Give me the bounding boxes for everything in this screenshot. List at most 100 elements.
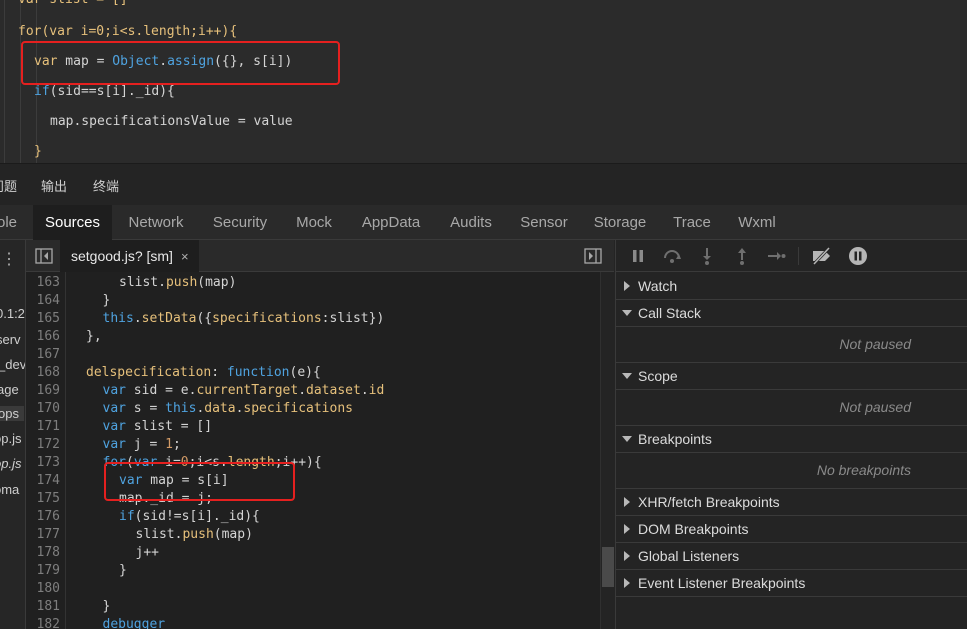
code-token: if xyxy=(119,509,135,524)
tab-mock[interactable]: Mock xyxy=(289,205,339,240)
nav-item[interactable]: op.js xyxy=(0,456,21,471)
pause-icon[interactable] xyxy=(628,246,648,266)
line-number[interactable]: 164 xyxy=(26,292,60,310)
debugger-section-scope[interactable]: Scope xyxy=(616,363,967,390)
tab-storage[interactable]: Storage xyxy=(588,205,652,240)
nav-item[interactable]: serv xyxy=(0,332,21,347)
triangle-down-icon[interactable] xyxy=(622,310,632,316)
close-icon[interactable]: × xyxy=(181,249,189,264)
step-icon[interactable] xyxy=(766,246,786,266)
tab-appdata[interactable]: AppData xyxy=(355,205,427,240)
nav-item[interactable]: oma xyxy=(0,482,19,497)
triangle-right-icon[interactable] xyxy=(624,524,630,534)
line-number[interactable]: 173 xyxy=(26,454,60,472)
line-number[interactable]: 170 xyxy=(26,400,60,418)
code-token: function xyxy=(226,365,290,380)
line-number[interactable]: 172 xyxy=(26,436,60,454)
line-number[interactable]: 174 xyxy=(26,472,60,490)
line-number[interactable]: 163 xyxy=(26,274,60,292)
tab-security[interactable]: Security xyxy=(206,205,274,240)
line-number[interactable]: 178 xyxy=(26,544,60,562)
nav-item-selected[interactable]: ops xyxy=(0,406,24,421)
code-token: data xyxy=(204,401,236,416)
tab-console[interactable]: ole xyxy=(0,205,20,240)
nav-item[interactable]: age xyxy=(0,382,19,397)
triangle-right-icon[interactable] xyxy=(624,578,630,588)
line-number[interactable]: 180 xyxy=(26,580,60,598)
line-number[interactable]: 168 xyxy=(26,364,60,382)
line-number[interactable]: 167 xyxy=(26,346,60,364)
code-token: } xyxy=(34,144,42,159)
debugger-section-call-stack[interactable]: Call Stack xyxy=(616,300,967,327)
code-token: var xyxy=(102,401,126,416)
line-number[interactable]: 171 xyxy=(26,418,60,436)
pause-on-exceptions-icon[interactable] xyxy=(848,246,868,266)
tab-trace[interactable]: Trace xyxy=(668,205,716,240)
code-token: ({ xyxy=(196,311,213,326)
triangle-right-icon[interactable] xyxy=(624,551,630,561)
code-token: : xyxy=(211,365,227,380)
tab-audits[interactable]: Audits xyxy=(443,205,499,240)
step-over-icon[interactable] xyxy=(662,246,682,266)
code-token: var xyxy=(102,437,126,452)
scrollbar-thumb[interactable] xyxy=(602,547,614,587)
line-number[interactable]: 177 xyxy=(26,526,60,544)
line-number[interactable]: 176 xyxy=(26,508,60,526)
code-token: . xyxy=(298,383,307,398)
code-scrollbar[interactable] xyxy=(600,272,614,629)
code-line: var slist = [] xyxy=(103,418,213,436)
nav-item[interactable]: _dev xyxy=(0,357,25,372)
nav-item[interactable]: op.js xyxy=(0,431,21,446)
tab-sources[interactable]: Sources xyxy=(33,205,112,240)
panel-tab-problems[interactable]: 问题 xyxy=(0,176,17,195)
panel-tab-terminal[interactable]: 终端 xyxy=(93,176,119,195)
line-number-gutter: 163 164 165 166 167 168 169 170 171 172 173 174 175 1… xyxy=(26,272,66,629)
file-tab-setgood[interactable]: setgood.js? [sm] × xyxy=(60,240,199,272)
triangle-down-icon[interactable] xyxy=(622,436,632,442)
tab-sensor[interactable]: Sensor xyxy=(514,205,574,240)
toggle-navigator-icon[interactable] xyxy=(35,248,53,264)
tab-network[interactable]: Network xyxy=(120,205,192,240)
triangle-down-icon[interactable] xyxy=(622,373,632,379)
code-line: j++ xyxy=(136,544,159,562)
code-line: } xyxy=(103,292,111,310)
debugger-pane: Watch Call Stack Not paused Scope Not paused… xyxy=(615,240,967,629)
section-message: Not paused xyxy=(839,399,911,415)
line-number[interactable]: 179 xyxy=(26,562,60,580)
top-code-editor[interactable]: var slist = [] for(var i=0;i<s.length;i++… xyxy=(0,0,967,163)
line-number[interactable]: 165 xyxy=(26,310,60,328)
step-out-icon[interactable] xyxy=(732,246,752,266)
debugger-section-dom-breakpoints[interactable]: DOM Breakpoints xyxy=(616,516,967,543)
line-number[interactable]: 166 xyxy=(26,328,60,346)
triangle-right-icon[interactable] xyxy=(624,497,630,507)
debugger-section-xhr-fetch-breakpoints[interactable]: XHR/fetch Breakpoints xyxy=(616,489,967,516)
section-title: Watch xyxy=(638,278,678,294)
tab-wxml[interactable]: Wxml xyxy=(731,205,783,240)
source-code-view[interactable]: 163 164 165 166 167 168 169 170 171 172 173 174 175 1… xyxy=(26,272,600,629)
debugger-section-watch[interactable]: Watch xyxy=(616,273,967,300)
code-token: sid = e. xyxy=(125,383,197,398)
code-token: this xyxy=(165,401,197,416)
line-number[interactable]: 182 xyxy=(26,616,60,629)
file-navigator[interactable]: ⋮ 0.1:2 serv _dev age ops op.js op.js om… xyxy=(0,240,26,629)
more-icon[interactable]: ⋮ xyxy=(1,249,17,269)
debugger-section-event-listener-breakpoints[interactable]: Event Listener Breakpoints xyxy=(616,570,967,597)
debugger-section-global-listeners[interactable]: Global Listeners xyxy=(616,543,967,570)
code-line: this.setData({specifications:slist}) xyxy=(103,310,385,328)
code-token: specifications xyxy=(212,311,322,326)
highlight-box-map xyxy=(104,462,295,501)
debugger-section-breakpoints[interactable]: Breakpoints xyxy=(616,426,967,453)
section-title: Scope xyxy=(638,368,678,384)
line-number[interactable]: 175 xyxy=(26,490,60,508)
triangle-right-icon[interactable] xyxy=(624,281,630,291)
line-number[interactable]: 169 xyxy=(26,382,60,400)
line-number[interactable]: 181 xyxy=(26,598,60,616)
code-token: push xyxy=(182,527,214,542)
code-token: ; xyxy=(172,437,181,452)
panel-tab-output[interactable]: 输出 xyxy=(41,176,67,195)
deactivate-breakpoints-icon[interactable] xyxy=(811,246,831,266)
toggle-debugger-icon[interactable] xyxy=(584,248,602,264)
step-into-icon[interactable] xyxy=(697,246,717,266)
code-line: }, xyxy=(86,328,102,346)
nav-item[interactable]: 0.1:2 xyxy=(0,306,25,321)
